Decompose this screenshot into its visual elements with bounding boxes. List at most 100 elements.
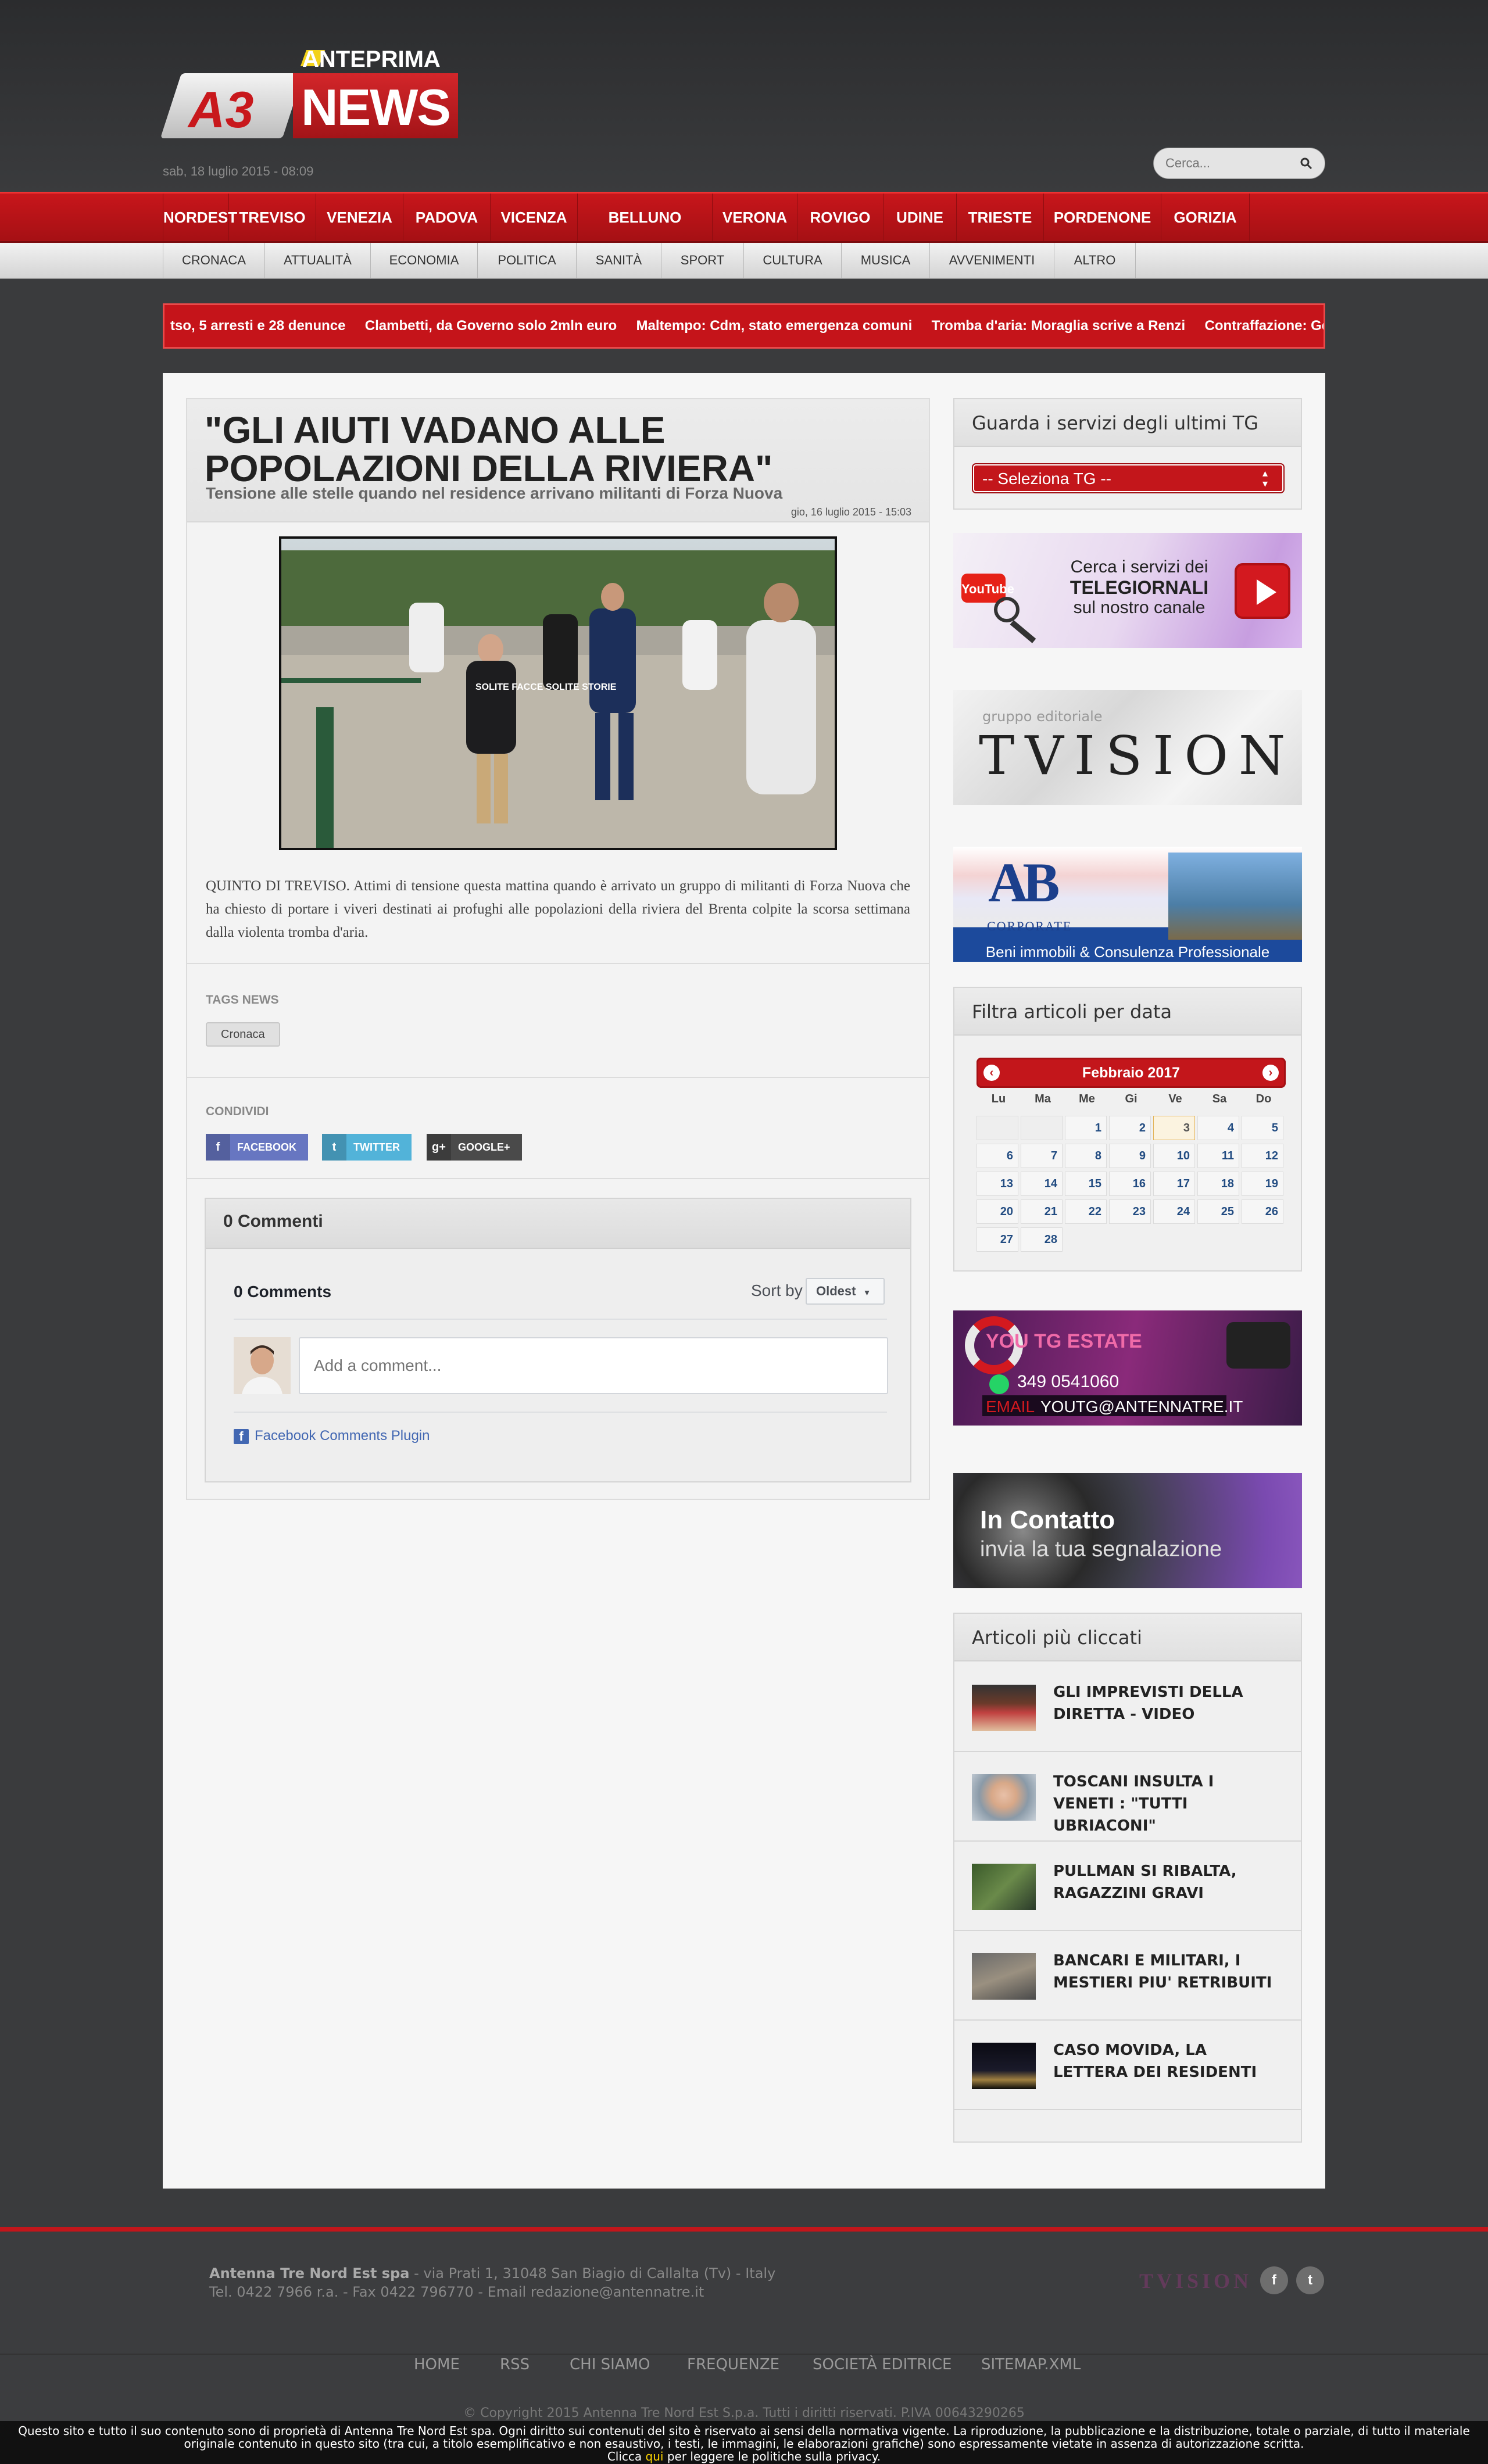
share-twitter-button[interactable]: t TWITTER	[322, 1134, 412, 1161]
facebook-icon[interactable]: f	[1260, 2266, 1288, 2294]
subnav-item-altro[interactable]: ALTRO	[1054, 243, 1136, 278]
ab-corporate-banner[interactable]: AB CORPORATE Beni immobili & Consulenza …	[953, 847, 1302, 962]
in-contatto-banner[interactable]: In Contatto invia la tua segnalazione	[953, 1473, 1302, 1588]
calendar-day[interactable]: 8	[1065, 1144, 1107, 1168]
nav-item-venezia[interactable]: VENEZIA	[316, 194, 403, 241]
comment-input[interactable]	[299, 1337, 888, 1394]
nav-item-verona[interactable]: VERONA	[713, 194, 797, 241]
youtube-logo: YouTube	[961, 574, 1014, 603]
calendar-day[interactable]: 9	[1109, 1144, 1151, 1168]
subnav-item-politica[interactable]: POLITICA	[478, 243, 577, 278]
article-body: QUINTO DI TREVISO. Attimi di tensione qu…	[206, 878, 910, 940]
yt-banner-line3: sul nostro canale	[1073, 598, 1206, 617]
calendar-header: Febbraio 2017 ‹ ›	[977, 1058, 1286, 1088]
footer-link-chi-siamo[interactable]: CHI SIAMO	[570, 2356, 650, 2373]
site-header: ANTEPRIMA A3 NEWS sab, 18 luglio 2015 - …	[0, 0, 1488, 192]
share-facebook-label: FACEBOOK	[237, 1141, 297, 1153]
calendar-day[interactable]: 6	[977, 1144, 1018, 1168]
calendar-day[interactable]: 2	[1109, 1116, 1151, 1140]
subnav-item-cronaca[interactable]: CRONACA	[163, 243, 265, 278]
article-video[interactable]: SOLITE FACCE SOLITE STORIE	[279, 536, 837, 850]
calendar-day[interactable]: 12	[1242, 1144, 1283, 1168]
site-logo[interactable]: ANTEPRIMA A3 NEWS	[160, 46, 458, 139]
footer-tvision-logo[interactable]: TVISION	[1139, 2269, 1252, 2293]
calendar-day[interactable]: 18	[1197, 1172, 1239, 1196]
nav-item-udine[interactable]: UDINE	[884, 194, 957, 241]
sort-dropdown[interactable]: Oldest ▼	[806, 1278, 885, 1305]
calendar-day[interactable]: 27	[977, 1227, 1018, 1252]
subnav-item-attualita[interactable]: ATTUALITÀ	[265, 243, 371, 278]
calendar-prev-icon[interactable]: ‹	[983, 1065, 1000, 1081]
calendar-day[interactable]: 26	[1242, 1199, 1283, 1224]
fb-plugin-link[interactable]: f Facebook Comments Plugin	[234, 1428, 430, 1444]
tvision-banner[interactable]: gruppo editoriale TVISION	[953, 690, 1302, 805]
calendar-day[interactable]: 11	[1197, 1144, 1239, 1168]
footer-link-frequenze[interactable]: FREQUENZE	[687, 2356, 779, 2373]
nav-item-vicenza[interactable]: VICENZA	[491, 194, 578, 241]
calendar-day[interactable]: 10	[1153, 1144, 1195, 1168]
calendar-day[interactable]: 25	[1197, 1199, 1239, 1224]
contatto-line2: invia la tua segnalazione	[980, 1537, 1222, 1562]
calendar-day[interactable]: 19	[1242, 1172, 1283, 1196]
divider	[187, 963, 929, 964]
nav-item-belluno[interactable]: BELLUNO	[578, 194, 713, 241]
search-input[interactable]	[1165, 148, 1293, 178]
subnav-item-cultura[interactable]: CULTURA	[744, 243, 842, 278]
search-box	[1153, 148, 1325, 179]
calendar-day[interactable]: 20	[977, 1199, 1018, 1224]
calendar-day[interactable]: 23	[1109, 1199, 1151, 1224]
article-title: "GLI AIUTI VADANO ALLE POPOLAZIONI DELLA…	[205, 409, 773, 489]
you-tg-banner[interactable]: YOU TG ESTATE 349 0541060 EMAIL YOUTG@AN…	[953, 1310, 1302, 1426]
tag-cronaca[interactable]: Cronaca	[206, 1022, 280, 1047]
popular-item[interactable]: CASO MOVIDA, LA LETTERA DEI RESIDENTI	[954, 2021, 1301, 2110]
calendar-day[interactable]: 13	[977, 1172, 1018, 1196]
subnav-item-avvenimenti[interactable]: AVVENIMENTI	[930, 243, 1054, 278]
calendar-day[interactable]: 4	[1197, 1116, 1239, 1140]
privacy-link[interactable]: qui	[646, 2449, 664, 2463]
popular-item[interactable]: TOSCANI INSULTA I VENETI : "TUTTI UBRIAC…	[954, 1752, 1301, 1842]
video-shirt-text: SOLITE FACCE SOLITE STORIE	[475, 682, 617, 692]
calendar-day[interactable]: 22	[1065, 1199, 1107, 1224]
popular-title: GLI IMPREVISTI DELLA DIRETTA - VIDEO	[1053, 1684, 1243, 1723]
nav-item-treviso[interactable]: TREVISO	[229, 194, 316, 241]
ticker-text[interactable]: tso, 5 arresti e 28 denunce Clambetti, d…	[170, 305, 1324, 347]
footer-link-rss[interactable]: RSS	[500, 2356, 530, 2373]
calendar-day[interactable]: 7	[1021, 1144, 1063, 1168]
calendar-day[interactable]: 24	[1153, 1199, 1195, 1224]
subnav-item-economia[interactable]: ECONOMIA	[371, 243, 478, 278]
share-facebook-button[interactable]: f FACEBOOK	[206, 1134, 309, 1161]
calendar-day[interactable]: 15	[1065, 1172, 1107, 1196]
twitter-icon[interactable]: t	[1296, 2266, 1324, 2294]
nav-item-trieste[interactable]: TRIESTE	[957, 194, 1044, 241]
footer-link-home[interactable]: HOME	[414, 2356, 460, 2373]
news-ticker: tso, 5 arresti e 28 denunce Clambetti, d…	[163, 303, 1325, 349]
subnav-item-sport[interactable]: SPORT	[661, 243, 744, 278]
search-icon[interactable]	[1299, 156, 1313, 170]
calendar-day[interactable]: 3	[1153, 1116, 1195, 1140]
footer-link-societa-editrice[interactable]: SOCIETÀ EDITRICE	[813, 2356, 952, 2373]
share-google-button[interactable]: g+ GOOGLE+	[427, 1134, 522, 1161]
youtube-banner[interactable]: YouTube Cerca i servizi dei TELEGIORNALI…	[953, 533, 1302, 648]
nav-item-rovigo[interactable]: ROVIGO	[797, 194, 884, 241]
calendar-day[interactable]: 17	[1153, 1172, 1195, 1196]
calendar-day[interactable]: 21	[1021, 1199, 1063, 1224]
popular-item[interactable]: GLI IMPREVISTI DELLA DIRETTA - VIDEO	[954, 1663, 1301, 1752]
nav-item-gorizia[interactable]: GORIZIA	[1161, 194, 1250, 241]
tg-select[interactable]: -- Seleziona TG --	[973, 464, 1283, 492]
nav-item-pordenone[interactable]: PORDENONE	[1044, 194, 1161, 241]
footer-divider	[0, 2354, 1488, 2355]
popular-item[interactable]: PULLMAN SI RIBALTA, RAGAZZINI GRAVI	[954, 1842, 1301, 1931]
subnav-item-sanita[interactable]: SANITÀ	[577, 243, 661, 278]
calendar-next-icon[interactable]: ›	[1262, 1065, 1279, 1081]
footer-link-sitemap[interactable]: SITEMAP.XML	[981, 2356, 1081, 2373]
calendar-widget: Filtra articoli per data Febbraio 2017 ‹…	[953, 987, 1302, 1272]
subnav-item-musica[interactable]: MUSICA	[842, 243, 930, 278]
calendar-day[interactable]: 16	[1109, 1172, 1151, 1196]
nav-item-padova[interactable]: PADOVA	[403, 194, 491, 241]
calendar-day[interactable]: 5	[1242, 1116, 1283, 1140]
calendar-day[interactable]: 14	[1021, 1172, 1063, 1196]
popular-item[interactable]: BANCARI E MILITARI, I MESTIERI PIU' RETR…	[954, 1931, 1301, 2021]
nav-item-nordest[interactable]: NORDEST	[163, 194, 237, 241]
calendar-day[interactable]: 1	[1065, 1116, 1107, 1140]
calendar-day[interactable]: 28	[1021, 1227, 1063, 1252]
